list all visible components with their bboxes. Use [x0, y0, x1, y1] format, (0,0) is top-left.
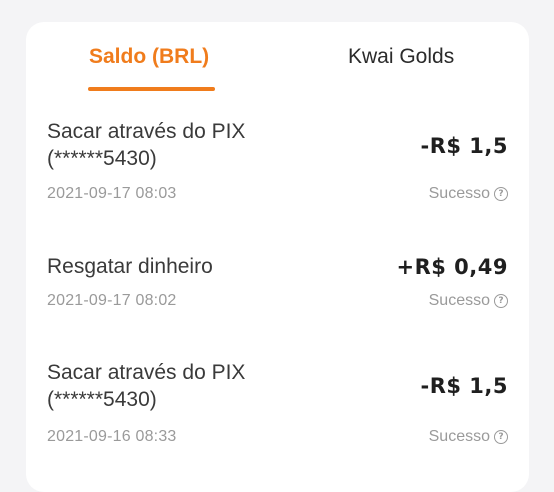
active-tab-indicator — [88, 87, 215, 91]
tab-bar: Saldo (BRL) Kwai Golds — [26, 22, 529, 94]
tab-kwai-golds[interactable]: Kwai Golds — [348, 44, 454, 70]
help-circle-icon[interactable]: ? — [494, 187, 508, 201]
transaction-status-label: Sucesso — [428, 428, 490, 445]
transaction-amount: +R$ 0,49 — [396, 255, 508, 279]
transaction-title: Resgatar dinheiro — [47, 253, 307, 280]
transaction-title: Sacar através do PIX (******5430) — [47, 359, 307, 413]
transaction-title-line2: (******5430) — [47, 388, 157, 411]
transaction-date: 2021-09-16 08:33 — [47, 428, 177, 445]
transaction-title-line1: Sacar através do PIX — [47, 120, 246, 143]
transaction-status[interactable]: Sucesso ? — [429, 185, 508, 203]
transaction-amount: -R$ 1,5 — [420, 134, 508, 158]
transaction-date: 2021-09-17 08:03 — [47, 185, 177, 202]
transaction-amount: -R$ 1,5 — [420, 374, 508, 398]
transaction-status[interactable]: Sucesso ? — [429, 292, 508, 310]
transaction-title-line2: (******5430) — [47, 147, 157, 170]
tab-saldo-brl[interactable]: Saldo (BRL) — [89, 44, 209, 70]
help-circle-icon[interactable]: ? — [494, 430, 508, 444]
transaction-date: 2021-09-17 08:02 — [47, 292, 177, 309]
transactions-card: Saldo (BRL) Kwai Golds Sacar através do … — [26, 22, 529, 492]
transaction-title-line1: Sacar através do PIX — [47, 361, 246, 384]
help-circle-icon[interactable]: ? — [494, 294, 508, 308]
transaction-title-line1: Resgatar dinheiro — [47, 255, 213, 278]
transaction-status-label: Sucesso — [428, 185, 490, 202]
transaction-title: Sacar através do PIX (******5430) — [47, 118, 307, 172]
transaction-status-label: Sucesso — [428, 292, 490, 309]
transaction-status[interactable]: Sucesso ? — [429, 428, 508, 446]
